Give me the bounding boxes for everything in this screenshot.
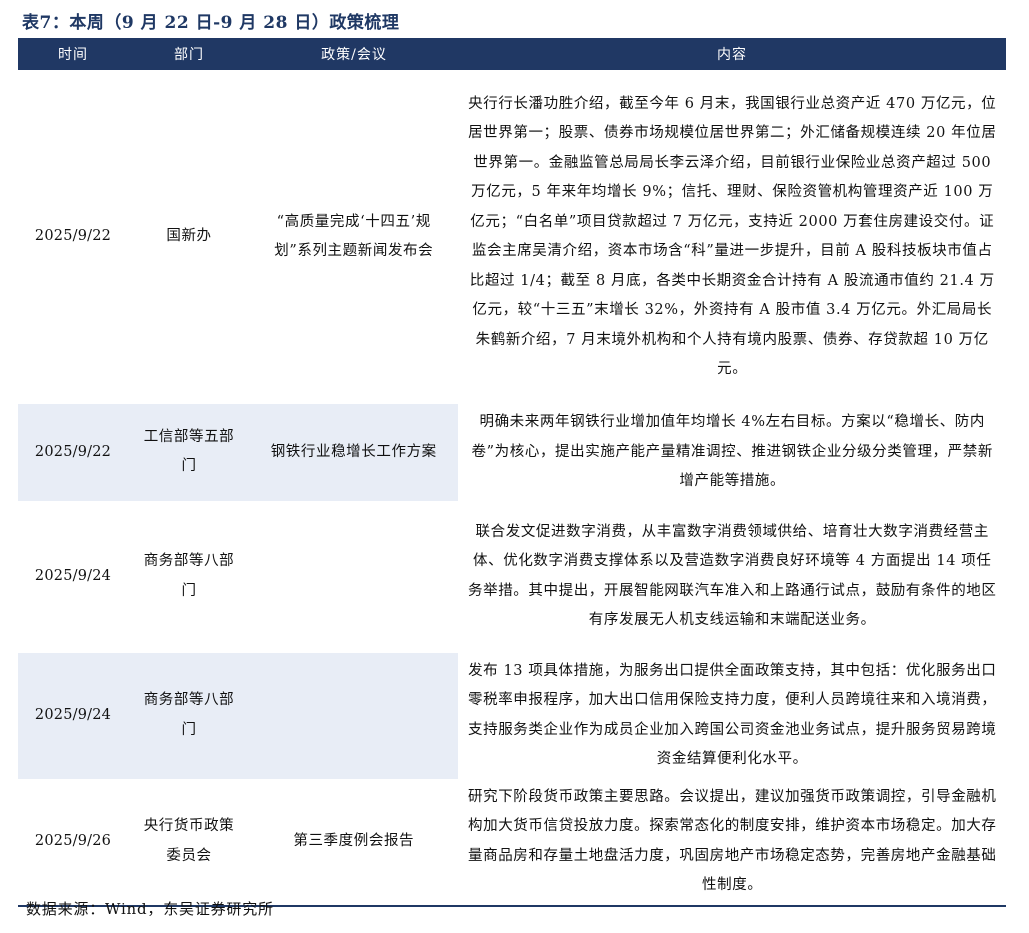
cell-date: 2025/9/24 — [34, 567, 112, 584]
header-policy: 政策/会议 — [250, 38, 458, 70]
cell-policy: 第三季度例会报告 — [250, 779, 458, 906]
cell-dept-text: 商务部等八部门 — [143, 553, 235, 599]
cell-policy: “高质量完成‘十四五’规划”系列主题新闻发布会 — [250, 70, 458, 404]
cell-policy-text: “高质量完成‘十四五’规划”系列主题新闻发布会 — [274, 213, 434, 260]
table-title: 表7：本周（9 月 22 日-9 月 28 日）政策梳理 — [22, 13, 400, 33]
cell-content: 研究下阶段货币政策主要思路。会议提出，建议加强货币政策调控，引导金融机构加大货币… — [457, 778, 1006, 906]
table-row: 2025/9/26 央行货币政策委员会 第三季度例会报告 研究下阶段货币政策主要… — [18, 778, 1006, 906]
table-header-row: 时间 部门 政策/会议 内容 — [18, 38, 1006, 70]
cell-dept: 工信部等五部门 — [128, 404, 250, 501]
cell-dept-text: 商务部等八部门 — [143, 692, 235, 738]
cell-dept: 商务部等八部门 — [128, 652, 250, 779]
header-time: 时间 — [18, 38, 128, 70]
cell-content: 发布 13 项具体措施，为服务出口提供全面政策支持，其中包括：优化服务出口零税率… — [457, 652, 1006, 779]
header-dept: 部门 — [128, 38, 250, 70]
cell-dept-text: 工信部等五部门 — [143, 428, 235, 475]
cell-dept: 国新办 — [128, 70, 250, 404]
cell-date: 2025/9/22 — [34, 228, 112, 245]
cell-content: 明确未来两年钢铁行业增加值年均增长 4%左右目标。方案以“稳增长、防内卷”为核心… — [457, 404, 1006, 501]
cell-policy-text: 第三季度例会报告 — [293, 832, 415, 849]
data-source-note: 数据来源：Wind，东吴证券研究所 — [26, 900, 274, 918]
cell-dept-text: 国新办 — [166, 228, 212, 245]
cell-date: 2025/9/22 — [18, 404, 128, 501]
cell-policy: 钢铁行业稳增长工作方案 — [250, 404, 458, 501]
table-row: 2025/9/24 商务部等八部门 发布 13 项具体措施，为服务出口提供全面政… — [18, 652, 1006, 779]
cell-dept-text: 央行货币政策委员会 — [143, 818, 235, 864]
cell-dept: 央行货币政策委员会 — [128, 779, 250, 906]
cell-content: 联合发文促进数字消费，从丰富数字消费领域供给、培育壮大数字消费经营主体、优化数字… — [457, 500, 1006, 653]
cell-dept: 商务部等八部门 — [128, 501, 250, 653]
cell-date: 2025/9/26 — [34, 832, 112, 849]
table-row: 2025/9/22 工信部等五部门 钢铁行业稳增长工作方案 明确未来两年钢铁行业… — [18, 404, 1006, 501]
policy-table: 时间 部门 政策/会议 内容 2025/9/22 国新办 “高质量完成‘十四五’… — [18, 38, 1006, 907]
cell-policy — [250, 501, 458, 653]
cell-content: 央行行长潘功胜介绍，截至今年 6 月末，我国银行业总资产近 470 万亿元，位居… — [457, 70, 1006, 404]
header-content: 内容 — [458, 38, 1006, 70]
table-row: 2025/9/24 商务部等八部门 联合发文促进数字消费，从丰富数字消费领域供给… — [18, 500, 1006, 653]
cell-policy-text: 钢铁行业稳增长工作方案 — [270, 443, 437, 460]
cell-date: 2025/9/24 — [18, 652, 128, 779]
cell-policy — [250, 652, 458, 779]
table-row: 2025/9/22 国新办 “高质量完成‘十四五’规划”系列主题新闻发布会 央行… — [18, 70, 1006, 404]
